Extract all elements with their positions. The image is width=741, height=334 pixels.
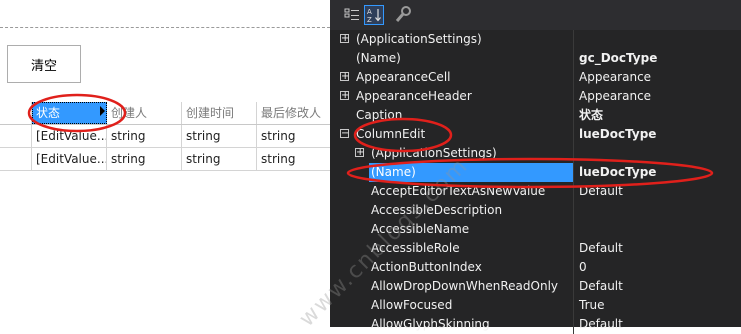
property-value[interactable] <box>573 144 741 163</box>
table-cell[interactable]: [EditValue... <box>32 148 107 170</box>
row-indicator <box>0 125 32 147</box>
property-value[interactable] <box>573 30 741 49</box>
property-row[interactable]: − ColumnEdit lueDocType <box>330 125 741 144</box>
property-value[interactable]: lueDocType <box>573 163 741 182</box>
categorized-icon[interactable] <box>342 5 362 25</box>
property-row[interactable]: AllowGlyphSkinning Default <box>330 315 741 334</box>
property-value[interactable] <box>573 220 741 239</box>
expand-icon[interactable]: + <box>340 34 349 44</box>
column-header-label: 状态 <box>36 106 61 120</box>
property-row[interactable]: (Name) gc_DocType <box>330 49 741 68</box>
svg-text:Z: Z <box>367 16 372 24</box>
properties-toolbar: A Z <box>330 0 741 30</box>
table-row[interactable]: [EditValue... string string string <box>0 125 330 148</box>
property-value[interactable] <box>573 201 741 220</box>
property-row[interactable]: Caption 状态 <box>330 106 741 125</box>
property-value[interactable]: Default <box>573 315 741 334</box>
property-name[interactable]: Caption <box>354 106 573 125</box>
alphabetical-sort-icon[interactable]: A Z <box>364 5 384 25</box>
property-name[interactable]: (Name) <box>354 49 573 68</box>
property-row[interactable]: AccessibleRole Default <box>330 239 741 258</box>
property-name[interactable]: AccessibleRole <box>369 239 573 258</box>
property-value[interactable]: gc_DocType <box>573 49 741 68</box>
property-list: + (ApplicationSettings) (Name) gc_DocType + A… <box>330 30 741 334</box>
property-name[interactable]: AppearanceHeader <box>354 87 573 106</box>
property-name[interactable]: AccessibleDescription <box>369 201 573 220</box>
table-cell[interactable]: string <box>257 125 330 147</box>
property-value[interactable]: Default <box>573 182 741 201</box>
expand-icon[interactable]: + <box>340 72 349 82</box>
property-value[interactable]: Appearance <box>573 87 741 106</box>
clear-button[interactable]: 清空 <box>7 45 81 83</box>
property-row[interactable]: AccessibleDescription <box>330 201 741 220</box>
property-row[interactable]: + (ApplicationSettings) <box>330 144 741 163</box>
svg-text:A: A <box>367 8 372 16</box>
property-name[interactable]: AllowFocused <box>369 296 573 315</box>
table-cell[interactable]: string <box>182 125 257 147</box>
table-cell[interactable]: [EditValue... <box>32 125 107 147</box>
property-row[interactable]: (Name) lueDocType <box>330 163 741 182</box>
property-name[interactable]: AllowDropDownWhenReadOnly <box>369 277 573 296</box>
property-value[interactable]: Default <box>573 277 741 296</box>
property-value[interactable]: Default <box>573 239 741 258</box>
property-row[interactable]: + (ApplicationSettings) <box>330 30 741 49</box>
property-row[interactable]: AllowFocused True <box>330 296 741 315</box>
property-row[interactable]: AcceptEditorTextAsNewValue Default <box>330 182 741 201</box>
wrench-icon[interactable] <box>393 5 413 25</box>
expand-icon[interactable]: + <box>355 148 364 158</box>
grid-control[interactable]: 状态 创建人 创建时间 最后修改人 [EditValue... string s… <box>0 102 330 171</box>
property-name[interactable]: AllowGlyphSkinning <box>369 315 573 334</box>
property-value[interactable]: 状态 <box>573 106 741 125</box>
expand-icon[interactable]: + <box>340 91 349 101</box>
designer-surface: 清空 状态 创建人 创建时间 最后修改人 [EditValue... strin… <box>0 0 330 327</box>
property-name[interactable]: (ApplicationSettings) <box>369 144 573 163</box>
column-menu-arrow-icon[interactable] <box>100 106 105 116</box>
row-indicator-header <box>0 102 32 124</box>
property-name[interactable]: (ApplicationSettings) <box>354 30 573 49</box>
property-name[interactable]: ColumnEdit <box>354 125 573 144</box>
table-cell[interactable]: string <box>107 125 182 147</box>
collapse-icon[interactable]: − <box>340 129 349 139</box>
table-cell[interactable]: string <box>107 148 182 170</box>
column-header-last-modifier[interactable]: 最后修改人 <box>257 102 330 124</box>
property-name[interactable]: AccessibleName <box>369 220 573 239</box>
table-cell[interactable]: string <box>182 148 257 170</box>
property-value[interactable]: lueDocType <box>573 125 741 144</box>
property-value[interactable]: 0 <box>573 258 741 277</box>
property-row[interactable]: AllowDropDownWhenReadOnly Default <box>330 277 741 296</box>
table-cell[interactable]: string <box>257 148 330 170</box>
property-value[interactable]: True <box>573 296 741 315</box>
property-name[interactable]: AppearanceCell <box>354 68 573 87</box>
property-row[interactable]: + AppearanceHeader Appearance <box>330 87 741 106</box>
property-name[interactable]: AcceptEditorTextAsNewValue <box>369 182 573 201</box>
row-indicator <box>0 148 32 170</box>
column-header-create-time[interactable]: 创建时间 <box>182 102 257 124</box>
property-name[interactable]: (Name) <box>369 163 573 182</box>
property-row[interactable]: ActionButtonIndex 0 <box>330 258 741 277</box>
table-row[interactable]: [EditValue... string string string <box>0 148 330 171</box>
property-value[interactable]: Appearance <box>573 68 741 87</box>
property-row[interactable]: AccessibleName <box>330 220 741 239</box>
column-header-status[interactable]: 状态 <box>32 102 107 124</box>
property-row[interactable]: + AppearanceCell Appearance <box>330 68 741 87</box>
properties-panel: A Z + (ApplicationSettings) (Name) gc_DocTy… <box>330 0 741 334</box>
property-name[interactable]: ActionButtonIndex <box>369 258 573 277</box>
grid-header-row: 状态 创建人 创建时间 最后修改人 <box>0 102 330 125</box>
column-header-creator[interactable]: 创建人 <box>107 102 182 124</box>
designer-divider <box>0 27 330 28</box>
